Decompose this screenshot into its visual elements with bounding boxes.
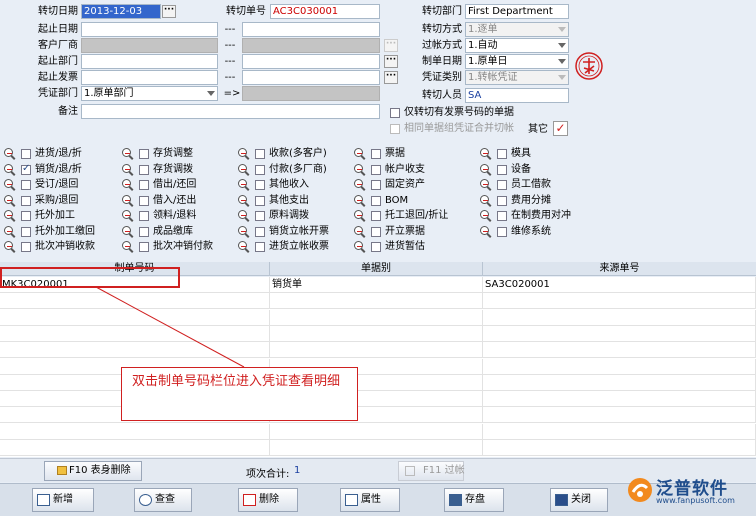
close-label: 关闭 — [571, 494, 591, 505]
brand-mark-icon — [628, 478, 652, 502]
callout-note: 双击制单号码栏位进入凭证查看明细 — [121, 367, 358, 421]
query-label: 查查 — [155, 494, 175, 505]
folder-icon — [57, 466, 67, 475]
new-icon — [37, 494, 50, 506]
search-icon — [139, 494, 152, 506]
properties-icon — [345, 494, 358, 506]
brand-url: www.fanpusoft.com — [656, 496, 735, 505]
save-button[interactable]: 存盘 — [444, 488, 504, 512]
body-delete-label: F10 表身删除 — [69, 465, 131, 476]
delete-label: 删除 — [259, 494, 279, 505]
f11-post-button[interactable]: F11 过帐 — [398, 461, 465, 481]
delete-icon — [243, 494, 256, 506]
total-label: 项次合计: — [246, 469, 290, 480]
body-delete-button[interactable]: F10 表身删除 — [44, 461, 142, 481]
save-label: 存盘 — [465, 494, 485, 505]
brand-logo: 泛普软件 www.fanpusoft.com — [626, 472, 752, 514]
new-button[interactable]: 新增 — [32, 488, 94, 512]
save-icon — [449, 494, 462, 506]
close-icon — [555, 494, 568, 506]
query-button[interactable]: 查查 — [134, 488, 192, 512]
post-icon — [405, 466, 415, 476]
properties-label: 属性 — [361, 494, 381, 505]
f11-post-label: F11 过帐 — [423, 465, 465, 476]
new-label: 新增 — [53, 494, 73, 505]
bottom-toolbar: 新增 查查 删除 属性 存盘 关闭 泛普软件 www.fanpusoft.com — [0, 478, 756, 516]
properties-button[interactable]: 属性 — [340, 488, 400, 512]
total-value: 1 — [294, 465, 301, 476]
delete-button[interactable]: 删除 — [238, 488, 298, 512]
close-button[interactable]: 关闭 — [550, 488, 608, 512]
callout-pointer — [95, 286, 245, 368]
